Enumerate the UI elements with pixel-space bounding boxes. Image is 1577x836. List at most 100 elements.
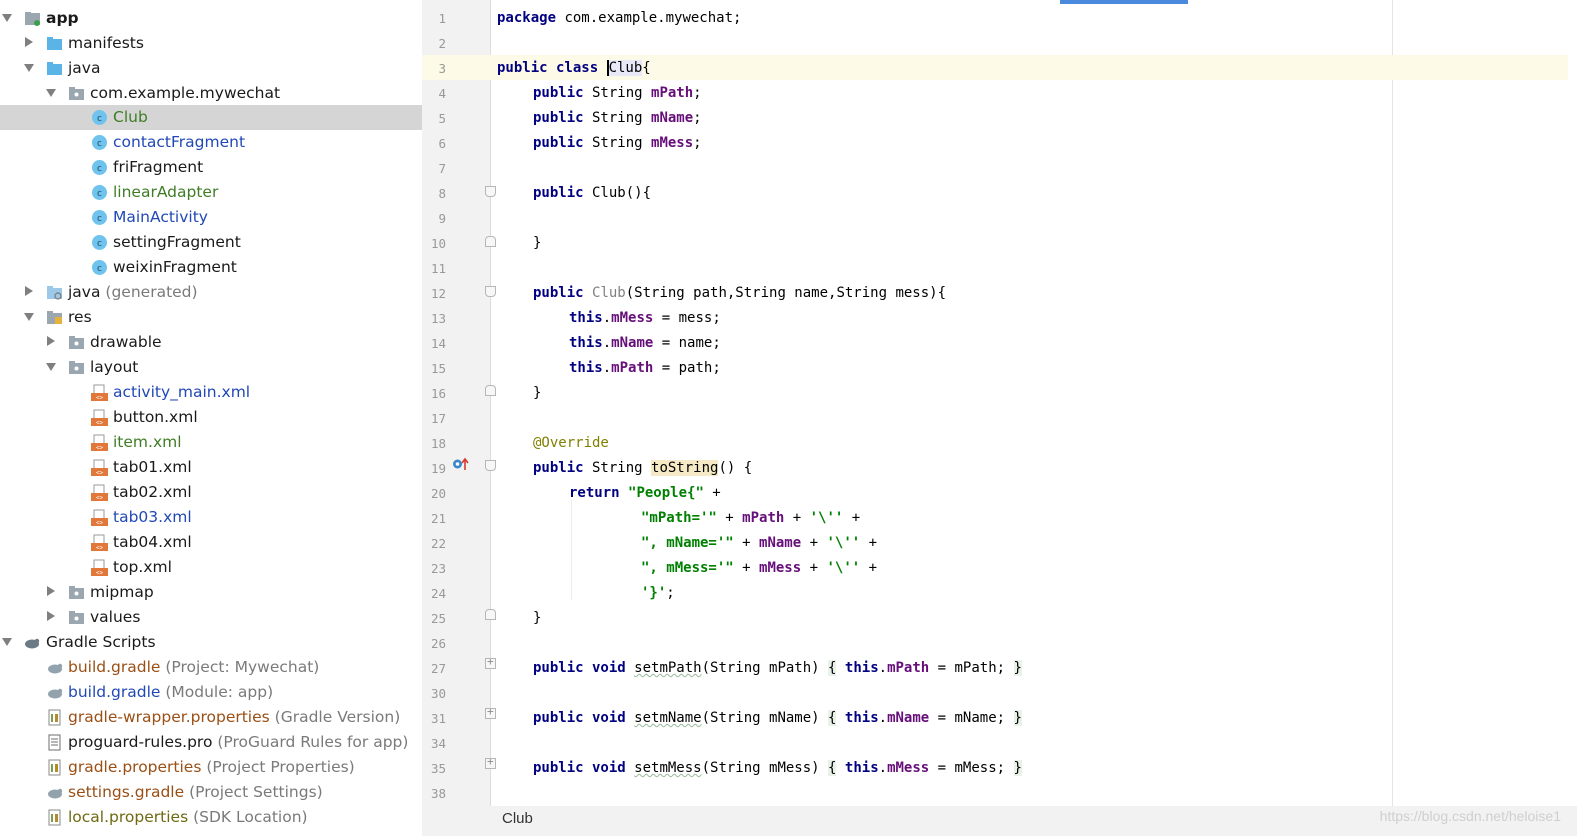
tree-item-weixinfragment[interactable]: c weixinFragment bbox=[0, 255, 422, 280]
fold-toggle-icon[interactable] bbox=[485, 236, 496, 247]
tree-item-top-xml[interactable]: <> top.xml bbox=[0, 555, 422, 580]
xml-file-icon: <> bbox=[91, 534, 108, 551]
chevron-right-icon[interactable] bbox=[47, 586, 55, 596]
tree-item-manifests[interactable]: manifests bbox=[0, 31, 422, 56]
svg-text:<>: <> bbox=[96, 395, 104, 402]
expand-fold-icon[interactable] bbox=[485, 755, 496, 769]
indent-guide bbox=[571, 500, 572, 600]
gradle-icon bbox=[48, 788, 63, 799]
chevron-down-icon[interactable] bbox=[24, 313, 34, 321]
svg-text:c: c bbox=[97, 164, 102, 174]
fold-toggle-icon[interactable] bbox=[485, 460, 496, 471]
code-line: public void setmPath(String mPath) { thi… bbox=[533, 660, 1022, 676]
tree-item-gradle-scripts[interactable]: Gradle Scripts bbox=[0, 630, 422, 655]
chevron-down-icon[interactable] bbox=[24, 64, 34, 72]
breadcrumb[interactable]: Club bbox=[502, 810, 533, 827]
class-icon: c bbox=[92, 110, 107, 125]
svg-text:c: c bbox=[97, 114, 102, 124]
tree-item-java[interactable]: java bbox=[0, 56, 422, 81]
chevron-down-icon[interactable] bbox=[2, 638, 12, 646]
class-icon: c bbox=[92, 235, 107, 250]
tree-item-label: settingFragment bbox=[113, 233, 241, 251]
chevron-down-icon[interactable] bbox=[46, 89, 56, 97]
properties-file-icon bbox=[48, 759, 61, 776]
tree-item-label: layout bbox=[90, 358, 139, 376]
tree-item-settingfragment[interactable]: c settingFragment bbox=[0, 230, 422, 255]
line-number: 4 bbox=[438, 86, 446, 101]
expand-fold-icon[interactable] bbox=[485, 705, 496, 719]
tree-item-local-properties[interactable]: local.properties (SDK Location) bbox=[0, 805, 422, 830]
tree-item-label: item.xml bbox=[113, 433, 182, 451]
tree-item-proguard-rules[interactable]: proguard-rules.pro (ProGuard Rules for a… bbox=[0, 730, 422, 755]
tree-item-drawable[interactable]: drawable bbox=[0, 330, 422, 355]
expand-fold-icon[interactable] bbox=[485, 655, 496, 669]
override-method-icon[interactable] bbox=[452, 457, 470, 471]
chevron-right-icon[interactable] bbox=[47, 611, 55, 621]
tree-item-java-generated[interactable]: java (generated) bbox=[0, 280, 422, 305]
xml-file-icon: <> bbox=[91, 559, 108, 576]
resource-folder-icon bbox=[47, 311, 62, 324]
tree-item-button-xml[interactable]: <> button.xml bbox=[0, 405, 422, 430]
chevron-down-icon[interactable] bbox=[46, 363, 56, 371]
fold-toggle-icon[interactable] bbox=[485, 609, 496, 620]
tree-item-gradle-wrapper-properties[interactable]: gradle-wrapper.properties (Gradle Versio… bbox=[0, 705, 422, 730]
svg-text:c: c bbox=[97, 239, 102, 249]
fold-toggle-icon[interactable] bbox=[485, 286, 496, 297]
watermark: https://blog.csdn.net/heloise1 bbox=[1379, 808, 1561, 824]
tree-item-tab03-xml[interactable]: <> tab03.xml bbox=[0, 505, 422, 530]
line-number: 12 bbox=[430, 286, 446, 301]
code-line: package com.example.mywechat; bbox=[497, 10, 742, 26]
tree-item-tab01-xml[interactable]: <> tab01.xml bbox=[0, 455, 422, 480]
tree-item-label: Gradle Scripts bbox=[46, 633, 156, 651]
tree-item-linearadapter[interactable]: c linearAdapter bbox=[0, 180, 422, 205]
fold-toggle-icon[interactable] bbox=[485, 186, 496, 197]
line-number: 30 bbox=[430, 686, 446, 701]
line-number: 17 bbox=[430, 411, 446, 426]
tree-item-label: button.xml bbox=[113, 408, 198, 426]
module-folder-icon bbox=[25, 12, 40, 26]
tree-item-label: java bbox=[68, 59, 101, 77]
svg-text:<>: <> bbox=[96, 445, 104, 452]
tree-item-label: drawable bbox=[90, 333, 162, 351]
tree-item-gradle-properties[interactable]: gradle.properties (Project Properties) bbox=[0, 755, 422, 780]
tree-item-settings-gradle[interactable]: settings.gradle (Project Settings) bbox=[0, 780, 422, 805]
tree-item-label: build.gradle (Module: app) bbox=[68, 683, 274, 701]
chevron-right-icon[interactable] bbox=[25, 37, 33, 47]
fold-toggle-icon[interactable] bbox=[485, 385, 496, 396]
tree-item-values[interactable]: values bbox=[0, 605, 422, 630]
line-number: 22 bbox=[430, 536, 446, 551]
tree-item-label: tab01.xml bbox=[113, 458, 192, 476]
class-icon: c bbox=[92, 135, 107, 150]
tree-item-build-gradle-project[interactable]: build.gradle (Project: Mywechat) bbox=[0, 655, 422, 680]
tree-item-tab04-xml[interactable]: <> tab04.xml bbox=[0, 530, 422, 555]
chevron-down-icon[interactable] bbox=[2, 14, 12, 22]
code-line: ", mName='" + mName + '\'' + bbox=[641, 535, 878, 551]
chevron-right-icon[interactable] bbox=[47, 336, 55, 346]
tree-item-tab02-xml[interactable]: <> tab02.xml bbox=[0, 480, 422, 505]
tree-item-activity-main-xml[interactable]: <> activity_main.xml bbox=[0, 380, 422, 405]
tree-item-item-xml[interactable]: <> item.xml bbox=[0, 430, 422, 455]
code-line: public void setmName(String mName) { thi… bbox=[533, 710, 1022, 726]
svg-text:<>: <> bbox=[96, 495, 104, 502]
svg-text:<>: <> bbox=[96, 420, 104, 427]
code-line: public String toString() { bbox=[533, 460, 753, 476]
tree-item-build-gradle-module[interactable]: build.gradle (Module: app) bbox=[0, 680, 422, 705]
tree-item-label: manifests bbox=[68, 34, 144, 52]
tree-item-res[interactable]: res bbox=[0, 305, 422, 330]
tree-item-layout[interactable]: layout bbox=[0, 355, 422, 380]
tree-item-app[interactable]: app bbox=[0, 6, 422, 31]
tree-item-label: com.example.mywechat bbox=[90, 84, 281, 102]
code-line: return "People{" + bbox=[569, 485, 721, 501]
tree-item-frifragment[interactable]: c friFragment bbox=[0, 155, 422, 180]
tree-item-contactfragment[interactable]: c contactFragment bbox=[0, 130, 422, 155]
code-line: public String mName; bbox=[533, 110, 702, 126]
line-number: 16 bbox=[430, 386, 446, 401]
tree-item-mipmap[interactable]: mipmap bbox=[0, 580, 422, 605]
chevron-right-icon[interactable] bbox=[25, 286, 33, 296]
tree-item-mainactivity[interactable]: c MainActivity bbox=[0, 205, 422, 230]
tree-item-package[interactable]: com.example.mywechat bbox=[0, 81, 422, 106]
project-tree[interactable]: app manifests java com.example.mywechat … bbox=[0, 0, 422, 836]
line-number: 35 bbox=[430, 761, 446, 776]
line-number: 27 bbox=[430, 661, 446, 676]
tree-item-club[interactable]: c Club bbox=[0, 105, 422, 130]
